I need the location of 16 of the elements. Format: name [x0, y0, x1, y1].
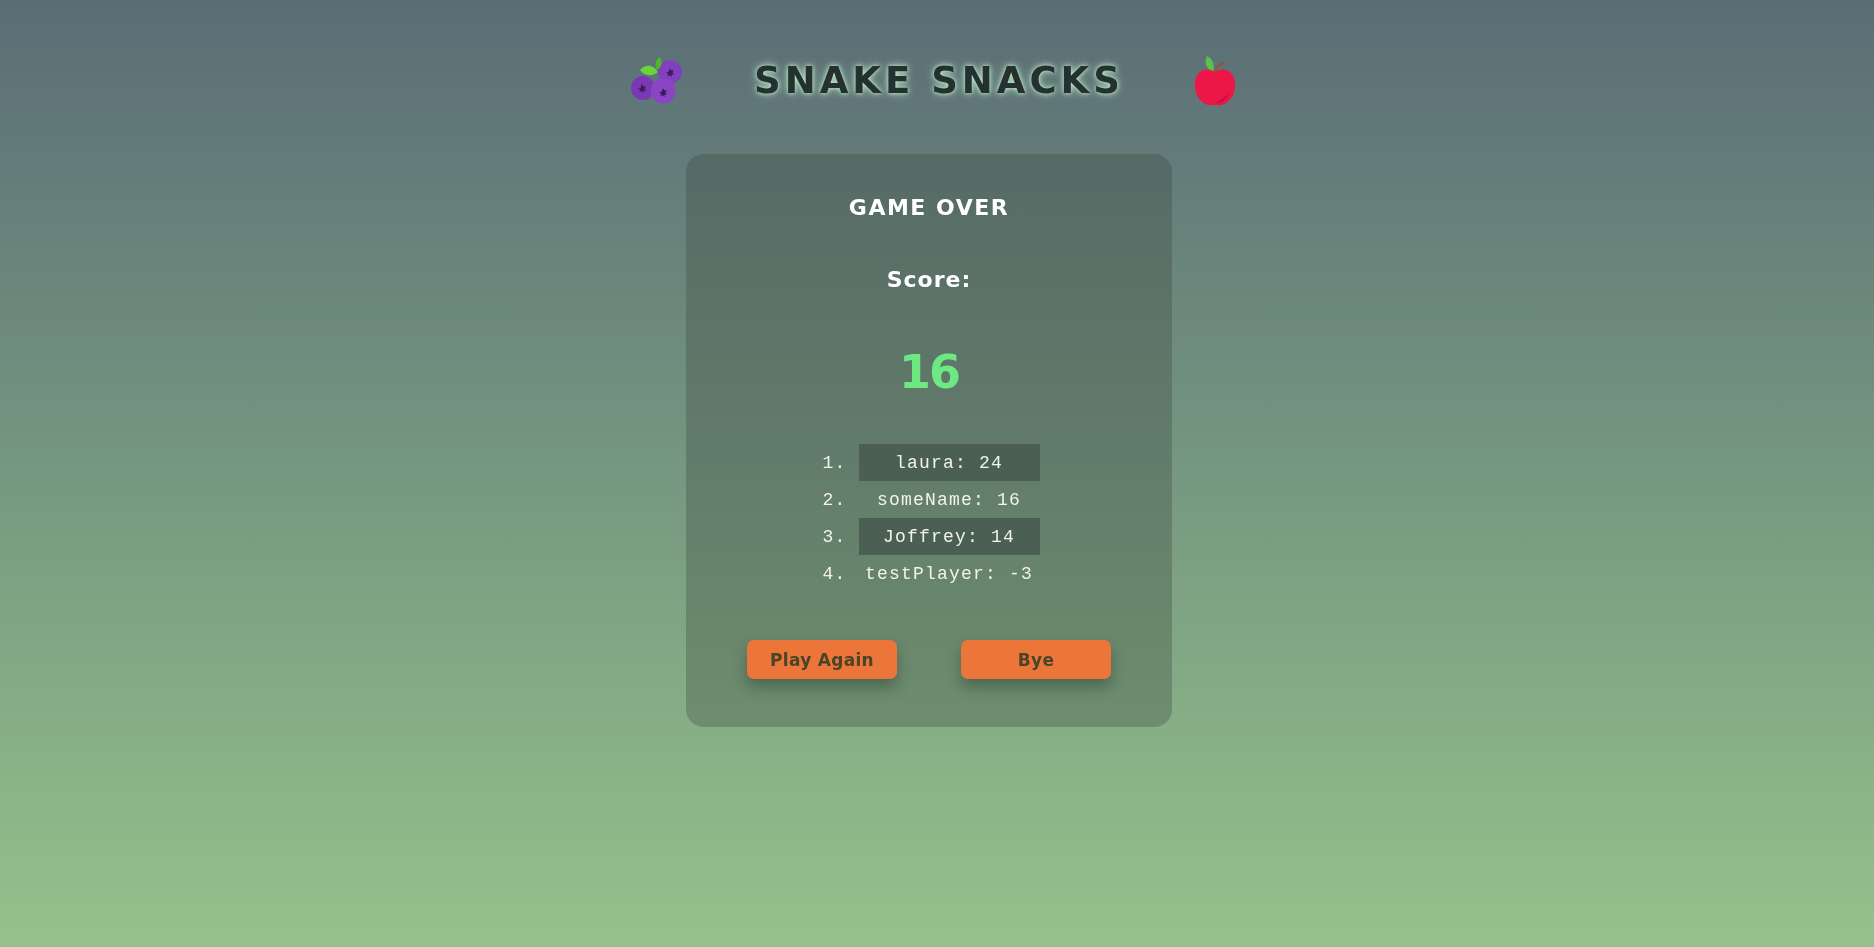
game-logo-title: SNAKE SNACKS: [754, 60, 1124, 102]
apple-icon: [1193, 55, 1236, 107]
score-value: 16: [899, 344, 959, 400]
leaderboard-entry: someName: 16: [876, 488, 1022, 512]
blueberries-icon: [630, 57, 685, 105]
action-button[interactable]: Play Again: [747, 640, 897, 679]
leaderboard-entry: laura: 24: [858, 444, 1040, 481]
rank-number: 3.: [822, 526, 848, 547]
leaderboard-entry: Joffrey: 14: [858, 518, 1040, 555]
leaderboard-entry: testPlayer: -3: [864, 562, 1034, 586]
action-button[interactable]: Bye: [961, 640, 1111, 679]
rank-number: 1.: [822, 452, 848, 473]
rank-number: 4.: [822, 563, 848, 584]
game-over-heading: GAME OVER: [848, 194, 1010, 222]
rank-number: 2.: [822, 489, 848, 510]
score-label: Score:: [886, 266, 972, 294]
